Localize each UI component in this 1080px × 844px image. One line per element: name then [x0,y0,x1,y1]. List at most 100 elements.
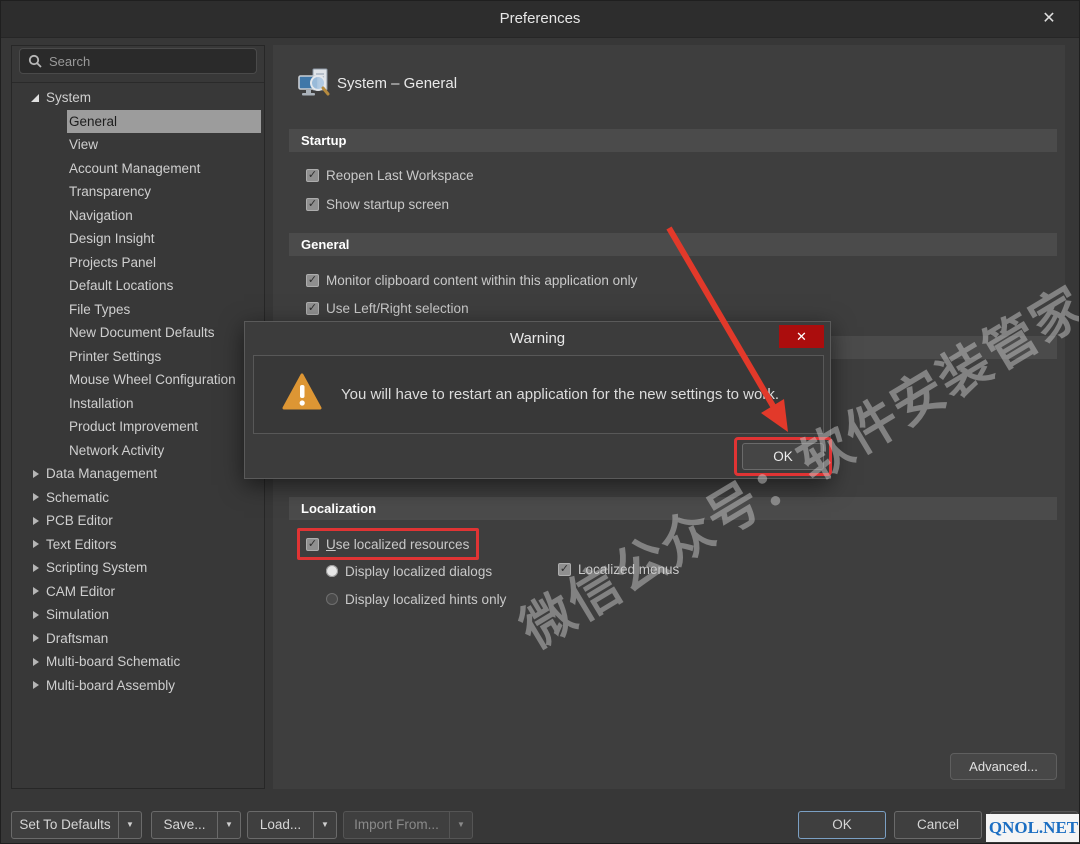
sidebar-item-label: Text Editors [46,533,117,557]
search-input[interactable] [49,54,229,69]
sidebar-item-multi-board-assembly[interactable]: Multi-board Assembly [12,674,264,698]
chevron-down-icon: ▼ [321,820,329,829]
save-button[interactable]: Save... [151,811,218,839]
section-header-general: General [289,233,1057,256]
sidebar-item-system[interactable]: System [12,86,264,110]
chevron-down-icon: ▼ [126,820,134,829]
expand-icon[interactable] [30,515,42,527]
expand-icon[interactable] [30,562,42,574]
ok-button[interactable]: OK [798,811,886,839]
checkbox-icon[interactable]: ✓ [558,563,571,576]
collapse-icon[interactable] [30,92,42,104]
radio-display-localized-dialogs[interactable]: Display localized dialogs [326,560,492,582]
warning-dialog-title: Warning [245,330,830,347]
checkbox-reopen-last-workspace[interactable]: ✓ Reopen Last Workspace [306,164,474,186]
expand-icon[interactable] [30,632,42,644]
sidebar-item-general[interactable]: General [67,110,261,134]
load-dropdown[interactable]: ▼ [313,811,337,839]
warning-ok-button[interactable]: OK [742,443,824,470]
sidebar-item-label: Navigation [69,204,133,228]
chevron-down-icon: ▼ [225,820,233,829]
save-dropdown[interactable]: ▼ [217,811,241,839]
sidebar-item-projects-panel[interactable]: Projects Panel [67,251,264,275]
load-button[interactable]: Load... [247,811,314,839]
sidebar-item-file-types[interactable]: File Types [67,298,264,322]
sidebar-item-cam-editor[interactable]: CAM Editor [12,580,264,604]
sidebar-item-printer-settings[interactable]: Printer Settings [67,345,264,369]
checkbox-localized-menus[interactable]: ✓ Localized menus [558,558,679,580]
sidebar-item-account-management[interactable]: Account Management [67,157,264,181]
import-from-button: Import From... [343,811,450,839]
checkbox-icon[interactable]: ✓ [306,198,319,211]
sidebar-item-label: Multi-board Schematic [46,650,180,674]
sidebar-item-label: Account Management [69,157,200,181]
sidebar-item-schematic[interactable]: Schematic [12,486,264,510]
sidebar-item-installation[interactable]: Installation [67,392,264,416]
expand-icon[interactable] [30,538,42,550]
sidebar-item-label: General [69,110,117,134]
sidebar-item-label: New Document Defaults [69,321,215,345]
sidebar-item-mouse-wheel-configuration[interactable]: Mouse Wheel Configuration [67,368,264,392]
sidebar-item-view[interactable]: View [67,133,264,157]
expand-icon[interactable] [30,609,42,621]
sidebar-item-label: CAM Editor [46,580,115,604]
page-title: System – General [337,75,457,92]
sidebar-item-design-insight[interactable]: Design Insight [67,227,264,251]
expand-icon[interactable] [30,585,42,597]
checkbox-show-startup-screen[interactable]: ✓ Show startup screen [306,193,449,215]
radio-unselected-icon[interactable] [326,593,338,605]
sidebar-item-default-locations[interactable]: Default Locations [67,274,264,298]
sidebar-item-label: View [69,133,98,157]
sidebar-item-label: Draftsman [46,627,108,651]
window-title: Preferences [1,10,1079,27]
advanced-button[interactable]: Advanced... [950,753,1057,780]
sidebar-item-new-document-defaults[interactable]: New Document Defaults [67,321,264,345]
radio-label: Display localized hints only [345,592,506,607]
checkbox-use-left-right-selection[interactable]: ✓ Use Left/Right selection [306,297,469,319]
sidebar-item-transparency[interactable]: Transparency [67,180,264,204]
sidebar-item-draftsman[interactable]: Draftsman [12,627,264,651]
sidebar-item-label: Projects Panel [69,251,156,275]
expand-icon[interactable] [30,656,42,668]
expand-icon[interactable] [30,468,42,480]
radio-display-localized-hints-only[interactable]: Display localized hints only [326,588,506,610]
sidebar-item-label: Data Management [46,462,157,486]
set-to-defaults-dropdown[interactable]: ▼ [118,811,142,839]
import-from-dropdown: ▼ [449,811,473,839]
sidebar: SystemGeneralViewAccount ManagementTrans… [11,45,265,789]
checkbox-icon[interactable]: ✓ [306,274,319,287]
sidebar-item-navigation[interactable]: Navigation [67,204,264,228]
checkbox-icon[interactable]: ✓ [306,169,319,182]
checkbox-label: Reopen Last Workspace [326,168,474,183]
warning-close-button[interactable]: ✕ [779,325,824,348]
sidebar-item-product-improvement[interactable]: Product Improvement [67,415,264,439]
sidebar-item-simulation[interactable]: Simulation [12,603,264,627]
sidebar-item-multi-board-schematic[interactable]: Multi-board Schematic [12,650,264,674]
radio-selected-icon[interactable] [326,565,338,577]
sidebar-item-label: Network Activity [69,439,164,463]
expand-icon[interactable] [30,491,42,503]
cancel-button[interactable]: Cancel [894,811,982,839]
close-icon[interactable]: ✕ [1037,7,1061,31]
chevron-down-icon: ▼ [457,820,465,829]
radio-label: Display localized dialogs [345,564,492,579]
checkbox-icon[interactable]: ✓ [306,302,319,315]
sidebar-item-network-activity[interactable]: Network Activity [67,439,264,463]
sidebar-item-data-management[interactable]: Data Management [12,462,264,486]
search-box[interactable] [19,48,257,74]
sidebar-item-label: Scripting System [46,556,147,580]
expand-icon[interactable] [30,679,42,691]
warning-dialog: Warning ✕ You will have to restart an ap… [244,321,831,479]
set-to-defaults-button[interactable]: Set To Defaults [11,811,119,839]
sidebar-item-pcb-editor[interactable]: PCB Editor [12,509,264,533]
sidebar-item-label: Installation [69,392,134,416]
warning-triangle-icon [282,372,322,412]
section-header-localization: Localization [289,497,1057,520]
sidebar-item-scripting-system[interactable]: Scripting System [12,556,264,580]
sidebar-item-label: System [46,86,91,110]
sidebar-item-text-editors[interactable]: Text Editors [12,533,264,557]
qnol-badge: QNOL.NET [986,814,1080,842]
checkbox-monitor-clipboard[interactable]: ✓ Monitor clipboard content within this … [306,269,637,291]
sidebar-item-label: File Types [69,298,130,322]
sidebar-item-label: Multi-board Assembly [46,674,175,698]
